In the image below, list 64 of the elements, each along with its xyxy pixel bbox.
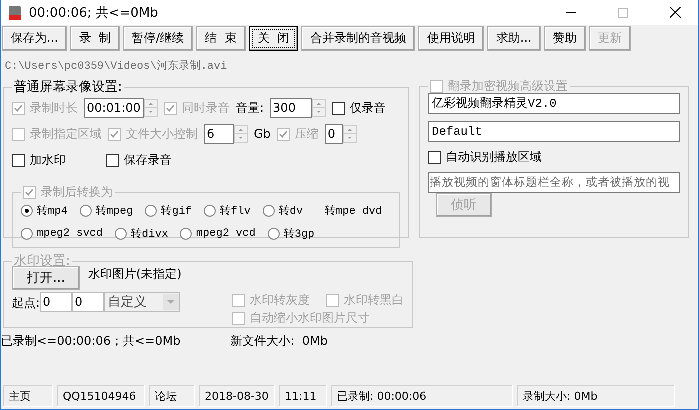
checkbox-label: 水印转灰度 [250, 292, 310, 309]
status-bar-cell: 11:11 [279, 385, 327, 407]
toolbar-button[interactable]: 暂停/继续 [123, 26, 194, 51]
spin-arrows-icon[interactable] [312, 99, 326, 117]
format-label: 转mpe dvd [325, 204, 382, 218]
checkbox-label: 录制时长 [30, 100, 78, 116]
spin-arrows-icon[interactable] [234, 125, 248, 143]
checkbox-label: 仅录音 [350, 100, 386, 116]
status-bar-cell: 已录制: 00:00:06 [331, 385, 513, 407]
spin-field[interactable]: 300 [270, 98, 312, 118]
status-bar-cell: 主页 [3, 385, 53, 407]
group-title: 普通屏幕录像设置: [14, 78, 122, 96]
radio-label: 转mp4 [37, 204, 68, 218]
checkbox-label: 文件大小控制 [126, 126, 198, 142]
toolbar-button[interactable]: 使用说明 [418, 26, 484, 51]
spin-field[interactable]: 00:01:00 [84, 98, 144, 118]
new-file-size: 新文件大小: 0Mb [230, 333, 328, 350]
toolbar-button[interactable]: 合并录制的音视频 [301, 26, 416, 51]
status-bar-cell: QQ15104946 [57, 385, 145, 407]
window-title: 00:00:06; 共<=0Mb [29, 4, 160, 22]
toolbar-button[interactable]: 保存为... [2, 26, 68, 51]
radio-label: 转divx [131, 227, 168, 241]
status-bar-cell: 录制大小: 0Mb [517, 385, 675, 407]
origin-label: 起点: [12, 295, 40, 312]
checkbox[interactable] [106, 154, 119, 166]
file-path: C:\Users\pc0359\Videos\河东录制.avi [5, 58, 228, 74]
radio-label: 转mpeg [96, 204, 134, 218]
checkbox-label: 同时录音 [182, 100, 230, 116]
radio-label: 转flv [220, 204, 251, 218]
radio-label: mpeg2 vcd [196, 228, 256, 240]
watermark-image-label: 水印图片(未指定) [88, 266, 182, 283]
checkbox-label: 水印转黑白 [344, 292, 404, 309]
radio-label: 转dv [278, 204, 304, 218]
checkbox-label: 保存录音 [124, 152, 172, 168]
toolbar-button[interactable]: 录 制 [70, 26, 120, 51]
maximize-icon[interactable] [618, 8, 628, 18]
status-bar-cell: 2018-08-30 [199, 385, 275, 407]
recorded-status: 已录制<=00:00:06；共<=0Mb [1, 333, 181, 350]
minimize-icon[interactable] [566, 12, 576, 14]
checkbox-label: 自动识别播放区域 [446, 148, 542, 166]
spin-field[interactable]: 0 [324, 124, 343, 144]
radio-label: mpeg2 svcd [37, 228, 104, 240]
radio-label: 转gif [161, 204, 192, 218]
group-title: 录制后转换为 [41, 184, 113, 201]
checkbox[interactable] [12, 154, 25, 166]
checkbox[interactable] [332, 102, 346, 114]
spin-arrows-icon[interactable] [342, 125, 357, 143]
toolbar-button[interactable]: 赞助 [544, 26, 586, 51]
field-label: Gb [254, 127, 271, 141]
field-label: 音量: [236, 100, 264, 116]
app-icon [7, 4, 23, 20]
close-icon[interactable] [670, 7, 680, 18]
group-title: 翻录加密视频高级设置 [448, 78, 568, 95]
checkbox-label: 压缩 [294, 126, 319, 142]
toolbar-button[interactable]: 求助... [487, 26, 541, 51]
checkbox-label: 录制指定区域 [30, 126, 102, 142]
toolbar-button[interactable]: 结 束 [196, 26, 246, 51]
status-bar-cell: 论坛 [149, 385, 195, 407]
radio-label: 转3gp [284, 227, 315, 241]
checkbox-label: 自动缩小水印图片尺寸 [250, 310, 370, 327]
checkbox-label: 加水印 [30, 152, 66, 168]
spin-field[interactable]: 6 [204, 124, 234, 144]
spin-arrows-icon[interactable] [144, 99, 158, 117]
toolbar-button[interactable]: 关 闭 [248, 26, 298, 51]
